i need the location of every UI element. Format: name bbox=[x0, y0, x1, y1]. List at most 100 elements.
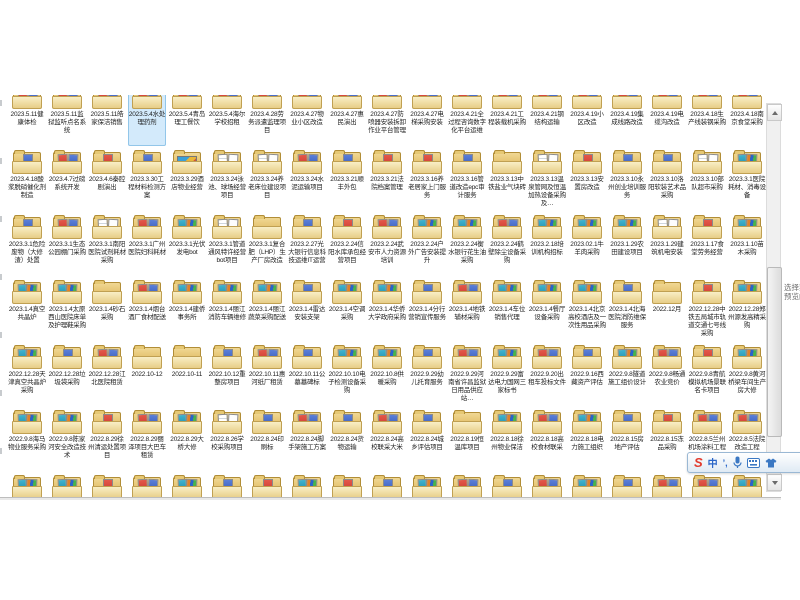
folder-item[interactable]: 2023.3.1管道通风特许经营bot项目 bbox=[208, 211, 246, 276]
folder-item[interactable]: 2023.4.19集成线路改造 bbox=[608, 95, 646, 146]
folder-item[interactable]: 2023.2.24信阳水库承包经营项目 bbox=[328, 211, 366, 276]
skin-shirt-icon[interactable] bbox=[765, 458, 777, 468]
folder-item[interactable]: 2023.1.29建筑机电安装 bbox=[648, 211, 686, 276]
folder-item[interactable] bbox=[608, 471, 646, 498]
folder-item[interactable] bbox=[288, 471, 326, 498]
microphone-icon[interactable] bbox=[733, 456, 742, 469]
folder-item[interactable]: 2023.3.13温泉管网及恒温加热设备采购及… bbox=[528, 146, 566, 211]
folder-item[interactable]: 2022.10.11公墓墓碑标 bbox=[288, 341, 326, 406]
folder-item[interactable]: 2023.4.21工程装载机采购 bbox=[488, 95, 526, 146]
folder-item[interactable]: 2022.12.28天津真空共晶炉采购 bbox=[8, 341, 46, 406]
folder-item[interactable]: 2022.9.8隧道施工组价设计 bbox=[608, 341, 646, 406]
folder-item[interactable] bbox=[208, 471, 246, 498]
folder-item[interactable]: 2023.4.27物业小区改造 bbox=[288, 95, 326, 146]
vertical-scrollbar[interactable] bbox=[766, 103, 781, 492]
folder-item[interactable] bbox=[448, 471, 486, 498]
folder-item[interactable] bbox=[328, 471, 366, 498]
folder-item[interactable]: 2023.1.29农田建设项目 bbox=[608, 211, 646, 276]
folder-item[interactable]: 2022.8.24货物运输 bbox=[328, 406, 366, 471]
folder-item[interactable]: 2023.4.28劳务派遣监理项目 bbox=[248, 95, 286, 146]
folder-item[interactable]: 2022.9.8黄河桥梁车间生产房大修 bbox=[728, 341, 766, 406]
folder-item[interactable] bbox=[688, 471, 726, 498]
folder-item[interactable]: 2023.3.30工程材料检测方案 bbox=[128, 146, 166, 211]
folder-item[interactable]: 2023.1.4丽江蔬菜采购配送 bbox=[248, 276, 286, 341]
folder-item[interactable]: 2023.4.6秦腔剧演出 bbox=[88, 146, 126, 211]
folder-item[interactable]: 2022.8.29丽泽项目大巴车租赁 bbox=[128, 406, 166, 471]
folder-item[interactable]: 2023.2.24衡水银行花生油采购 bbox=[448, 211, 486, 276]
folder-item[interactable]: 2023.4.19电缆沟改造 bbox=[648, 95, 686, 146]
folder-item[interactable]: 2022.10.10电子检测设备采购 bbox=[328, 341, 366, 406]
folder-item[interactable]: 2023.4.18生产线装钢采购 bbox=[688, 95, 726, 146]
folder-item[interactable]: 2023.3.10部队超市采购 bbox=[688, 146, 726, 211]
folder-item[interactable] bbox=[568, 471, 606, 498]
folder-item[interactable]: 2022.10.12重整房项目 bbox=[208, 341, 246, 406]
folder-item[interactable]: 2022.12.28中铁五局城市轨道交通七号线采购 bbox=[688, 276, 726, 341]
folder-item[interactable]: 2023.3.13中铁盐业气块砖 bbox=[488, 146, 526, 211]
folder-item[interactable]: 2023.3.1复合肥（LHP）生产厂房改造 bbox=[248, 211, 286, 276]
folder-item[interactable]: 2022.9.20出租车投标文件 bbox=[528, 341, 566, 406]
folder-item[interactable]: 2023.1.17食堂劳务经营 bbox=[688, 211, 726, 276]
folder-item[interactable]: 2023.1.4丽江消防车辆维修 bbox=[208, 276, 246, 341]
folder-item[interactable]: 2023.4.21全过程咨询数字化平台运维 bbox=[448, 95, 486, 146]
folder-item[interactable]: 2022.8.18电力施工组织 bbox=[568, 406, 606, 471]
folder-item[interactable] bbox=[728, 471, 766, 498]
folder-item[interactable]: 2022.10-12 bbox=[128, 341, 166, 406]
folder-item[interactable]: 2022.8.18徐州物业保洁 bbox=[488, 406, 526, 471]
sogou-logo-icon[interactable]: S bbox=[694, 455, 703, 470]
folder-item[interactable] bbox=[368, 471, 406, 498]
folder-item[interactable]: 2022.8.15房地产评估 bbox=[608, 406, 646, 471]
folder-item[interactable]: 2023.2.24户外广告安装提升 bbox=[408, 211, 446, 276]
folder-item[interactable] bbox=[88, 471, 126, 498]
folder-item[interactable]: 2023.1.4真空共晶炉 bbox=[8, 276, 46, 341]
folder-item[interactable]: 2022.9.29幼儿托育服务 bbox=[408, 341, 446, 406]
folder-item[interactable]: 2023.2.24武安市人力资源培训 bbox=[368, 211, 406, 276]
ime-toolbar[interactable]: S 中 ’, bbox=[687, 452, 800, 473]
folder-item[interactable]: 2023.1.4华侨大学政府采购 bbox=[368, 276, 406, 341]
folder-item[interactable]: 2023.3.10永州创业培训服务 bbox=[608, 146, 646, 211]
folder-item[interactable]: 2023.5.11皓家保洁销售 bbox=[88, 95, 126, 146]
folder-item[interactable]: 2022.10-11 bbox=[168, 341, 206, 406]
folder-item[interactable]: 2022.8.24高校联采大米 bbox=[368, 406, 406, 471]
folder-item[interactable]: 2023.1.4烟台酒厂食材配送 bbox=[128, 276, 166, 341]
folder-item[interactable]: 2023.1.4建侨事务所 bbox=[168, 276, 206, 341]
folder-item[interactable]: 2023.3.16管道改造epc审计服务 bbox=[448, 146, 486, 211]
folder-item[interactable]: 2023.2.18培训机构招标 bbox=[528, 211, 566, 276]
folder-item[interactable]: 2023.3.21法院档案管理 bbox=[368, 146, 406, 211]
folder-item[interactable]: 2022.8.15冻品采购 bbox=[648, 406, 686, 471]
folder-item[interactable]: 2023.1.4空调采购 bbox=[328, 276, 366, 341]
folder-item[interactable]: 2023.4.27电梯采购安装 bbox=[408, 95, 446, 146]
folder-item[interactable]: 2023.02.1牛羊肉采购 bbox=[568, 211, 606, 276]
folder-item[interactable]: 2023.1.4北京高校酒店及一次性用品采购 bbox=[568, 276, 606, 341]
folder-item[interactable]: 2023.4.27防喷器安装拆卸作业平台管理 bbox=[368, 95, 406, 146]
folder-item[interactable]: 2023.3.1危险废物（大修渣）处置 bbox=[8, 211, 46, 276]
folder-item[interactable]: 2023.3.10洛阳软装艺术品采购 bbox=[648, 146, 686, 211]
folder-item[interactable]: 2023.3.1南阳医院试剂耗材采购 bbox=[88, 211, 126, 276]
folder-item[interactable]: 2023.4.19小区改造 bbox=[568, 95, 606, 146]
folder-item[interactable]: 2023.5.11监狱监听点名系统 bbox=[48, 95, 86, 146]
folder-item[interactable]: 2023.5.4海尔学校招租 bbox=[208, 95, 246, 146]
scrollbar-down-button[interactable] bbox=[767, 474, 782, 491]
folder-item[interactable]: 2023.3.13安置房改造 bbox=[568, 146, 606, 211]
folder-item[interactable]: 2023.1.4分行营销宣传服务 bbox=[408, 276, 446, 341]
folder-item[interactable]: 2023.1.4雷达安装支架 bbox=[288, 276, 326, 341]
folder-item[interactable]: 2023.1.4太原西山医院床单及护理鞋采购 bbox=[48, 276, 86, 341]
folder-item[interactable]: 2023.4.18酸浆脱硝催化剂制造 bbox=[8, 146, 46, 211]
folder-item[interactable] bbox=[128, 471, 166, 498]
folder-item[interactable]: 2023.1.4车位销售代理 bbox=[488, 276, 526, 341]
folder-item[interactable]: 2023.1.4餐厅设备采购 bbox=[528, 276, 566, 341]
folder-item[interactable]: 2022.8.19恒温库项目 bbox=[448, 406, 486, 471]
folder-item[interactable]: 2023.3.29酒店物业经营 bbox=[168, 146, 206, 211]
folder-item[interactable]: 2022.8.18高校食材联采 bbox=[528, 406, 566, 471]
folder-item[interactable]: 2023.3.1生态公园棚门采购 bbox=[48, 211, 86, 276]
scrollbar-thumb[interactable] bbox=[767, 267, 782, 437]
folder-item[interactable]: 2023.2.24鹤壁除尘设备采购 bbox=[488, 211, 526, 276]
folder-item[interactable] bbox=[8, 471, 46, 498]
folder-item[interactable]: 2022.8.24城乡评估项目 bbox=[408, 406, 446, 471]
folder-item[interactable]: 2022.8.29大桥大修 bbox=[168, 406, 206, 471]
folder-item[interactable]: 2023.3.1医院耗材、消毒设备 bbox=[728, 146, 766, 211]
scrollbar-up-button[interactable] bbox=[767, 104, 782, 121]
folder-item[interactable]: 2022.9.8海马物业服务采购 bbox=[8, 406, 46, 471]
folder-item[interactable]: 2023.3.1光伏发电bot bbox=[168, 211, 206, 276]
folder-item[interactable]: 2023.3.16养老居家上门服务 bbox=[408, 146, 446, 211]
folder-item[interactable]: 2022.8.26学校采购项目 bbox=[208, 406, 246, 471]
